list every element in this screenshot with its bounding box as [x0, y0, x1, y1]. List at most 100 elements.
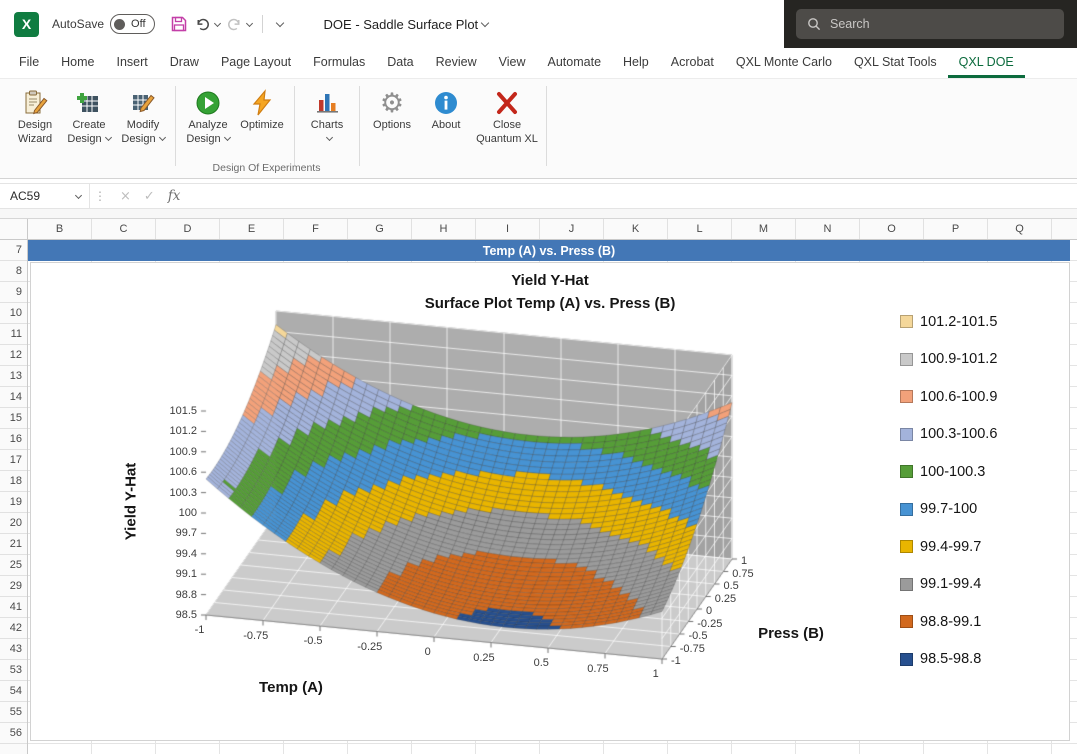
column-header-M[interactable]: M [732, 219, 796, 239]
row-header-54[interactable]: 54 [0, 681, 27, 702]
ribbon-tab-qxl-doe[interactable]: QXL DOE [948, 48, 1025, 78]
close-quantum-xl-button[interactable]: Close Quantum XL [473, 84, 541, 149]
row-header-29[interactable]: 29 [0, 576, 27, 597]
legend-item[interactable]: 99.4-99.7 [900, 536, 997, 557]
ribbon-tab-home[interactable]: Home [50, 48, 105, 78]
formula-input[interactable] [190, 184, 1077, 208]
charts-button[interactable]: Charts [300, 84, 354, 149]
autosave-label: AutoSave [52, 17, 104, 31]
modify-design-button[interactable]: Modify Design [116, 84, 170, 149]
row-header-17[interactable]: 17 [0, 450, 27, 471]
column-header-L[interactable]: L [668, 219, 732, 239]
legend-item[interactable]: 100.6-100.9 [900, 386, 997, 407]
ribbon-tab-page-layout[interactable]: Page Layout [210, 48, 302, 78]
legend-item[interactable]: 98.8-99.1 [900, 611, 997, 632]
banner-cell[interactable]: Temp (A) vs. Press (B) [28, 240, 1070, 261]
customize-qat-button[interactable] [270, 18, 286, 30]
row-header-15[interactable]: 15 [0, 408, 27, 429]
insert-function-button[interactable]: fx [168, 188, 181, 204]
excel-logo-icon[interactable]: X [14, 12, 39, 37]
legend-item[interactable]: 100.3-100.6 [900, 424, 997, 445]
row-header-18[interactable]: 18 [0, 471, 27, 492]
ribbon-tab-view[interactable]: View [488, 48, 537, 78]
column-header-P[interactable]: P [924, 219, 988, 239]
name-box[interactable]: AC59 [0, 184, 90, 208]
row-header-9[interactable]: 9 [0, 282, 27, 303]
legend-item[interactable]: 99.1-99.4 [900, 574, 997, 595]
column-header-K[interactable]: K [604, 219, 668, 239]
row-header-56[interactable]: 56 [0, 723, 27, 744]
row-header-42[interactable]: 42 [0, 618, 27, 639]
ribbon-tab-qxl-monte-carlo[interactable]: QXL Monte Carlo [725, 48, 843, 78]
row-header-12[interactable]: 12 [0, 345, 27, 366]
formula-bar-handle[interactable]: ⋮ [90, 189, 110, 203]
ribbon-tab-file[interactable]: File [8, 48, 50, 78]
column-header-C[interactable]: C [92, 219, 156, 239]
search-input[interactable]: Search [796, 9, 1064, 39]
row-header-21[interactable]: 21 [0, 534, 27, 555]
column-header-Q[interactable]: Q [988, 219, 1052, 239]
row-header-13[interactable]: 13 [0, 366, 27, 387]
ribbon-tab-insert[interactable]: Insert [106, 48, 159, 78]
document-title[interactable]: DOE - Saddle Surface Plot [324, 17, 489, 32]
create-design-icon [75, 87, 103, 119]
row-header-20[interactable]: 20 [0, 513, 27, 534]
undo-button[interactable] [191, 14, 223, 35]
row-header-8[interactable]: 8 [0, 261, 27, 282]
ribbon-tab-help[interactable]: Help [612, 48, 660, 78]
column-header-O[interactable]: O [860, 219, 924, 239]
legend-item[interactable]: 100-100.3 [900, 461, 997, 482]
row-header-16[interactable]: 16 [0, 429, 27, 450]
column-header-B[interactable]: B [28, 219, 92, 239]
chevron-down-icon [245, 19, 252, 26]
ribbon-tab-draw[interactable]: Draw [159, 48, 210, 78]
confirm-entry-icon[interactable]: ✓ [144, 189, 155, 204]
row-header-11[interactable]: 11 [0, 324, 27, 345]
row-header-7[interactable]: 7 [0, 240, 27, 261]
legend-label: 99.1-99.4 [920, 576, 981, 592]
select-all-corner[interactable] [0, 219, 28, 240]
row-header-25[interactable]: 25 [0, 555, 27, 576]
design-wizard-button[interactable]: Design Wizard [8, 84, 62, 149]
column-header-E[interactable]: E [220, 219, 284, 239]
worksheet-grid[interactable]: Temp (A) vs. Press (B) Yield Y-Hat Surfa… [28, 240, 1077, 754]
chevron-down-icon [481, 19, 489, 27]
analyze-design-button[interactable]: Analyze Design [181, 84, 235, 149]
ribbon-tab-formulas[interactable]: Formulas [302, 48, 376, 78]
group-separator [359, 86, 360, 166]
autosave-switch[interactable]: Off [110, 14, 154, 34]
create-design-button[interactable]: Create Design [62, 84, 116, 149]
ribbon-tab-qxl-stat-tools[interactable]: QXL Stat Tools [843, 48, 948, 78]
ribbon-tab-automate[interactable]: Automate [537, 48, 613, 78]
column-header-N[interactable]: N [796, 219, 860, 239]
ribbon-tab-data[interactable]: Data [376, 48, 424, 78]
surface-chart[interactable]: Yield Y-Hat Surface Plot Temp (A) vs. Pr… [30, 262, 1070, 741]
legend-item[interactable]: 98.5-98.8 [900, 649, 997, 670]
optimize-button[interactable]: Optimize [235, 84, 289, 136]
formula-bar-spacer [0, 209, 1077, 219]
redo-button[interactable] [223, 14, 255, 35]
column-header-H[interactable]: H [412, 219, 476, 239]
options-button[interactable]: ⚙ Options [365, 84, 419, 136]
row-header-43[interactable]: 43 [0, 639, 27, 660]
about-button[interactable]: About [419, 84, 473, 136]
column-header-F[interactable]: F [284, 219, 348, 239]
row-header-14[interactable]: 14 [0, 387, 27, 408]
legend-item[interactable]: 101.2-101.5 [900, 311, 997, 332]
row-header-41[interactable]: 41 [0, 597, 27, 618]
column-header-I[interactable]: I [476, 219, 540, 239]
column-header-G[interactable]: G [348, 219, 412, 239]
column-header-J[interactable]: J [540, 219, 604, 239]
ribbon-tab-acrobat[interactable]: Acrobat [660, 48, 725, 78]
row-header-55[interactable]: 55 [0, 702, 27, 723]
ribbon-tab-review[interactable]: Review [425, 48, 488, 78]
legend-item[interactable]: 99.7-100 [900, 499, 997, 520]
row-header-10[interactable]: 10 [0, 303, 27, 324]
column-header-D[interactable]: D [156, 219, 220, 239]
autosave-toggle[interactable]: AutoSave Off [52, 14, 155, 34]
row-header-19[interactable]: 19 [0, 492, 27, 513]
legend-item[interactable]: 100.9-101.2 [900, 349, 997, 370]
row-header-53[interactable]: 53 [0, 660, 27, 681]
save-button[interactable] [167, 13, 191, 35]
cancel-entry-icon[interactable]: × [120, 189, 131, 204]
